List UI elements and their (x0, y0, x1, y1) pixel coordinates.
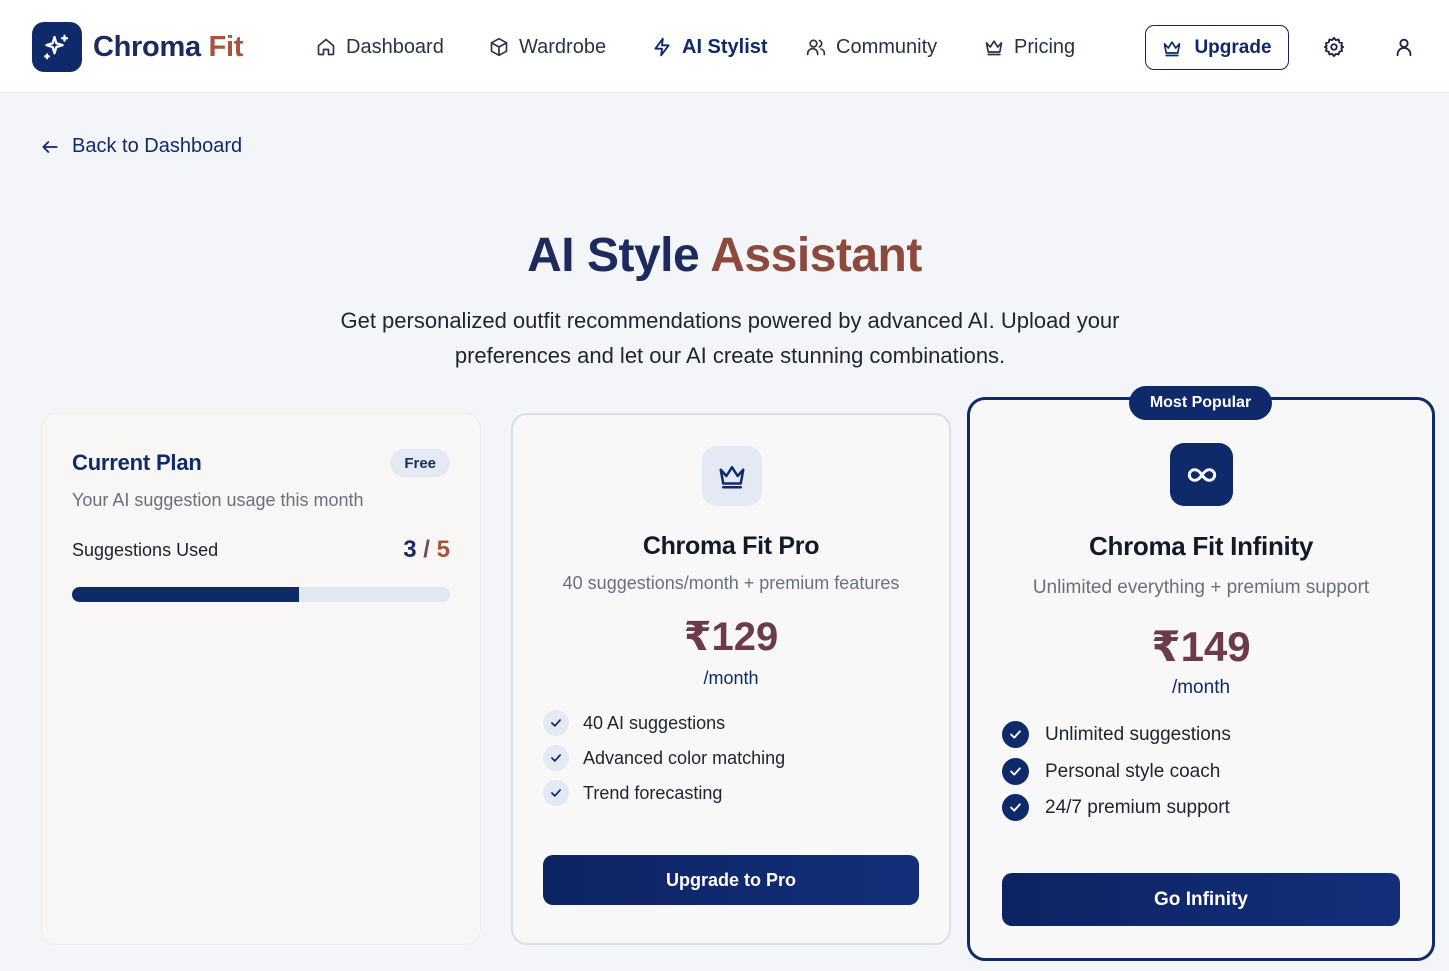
plan-price: ₹129 (683, 615, 779, 659)
feature-item: Personal style coach (1002, 758, 1220, 785)
feature-label: Trend forecasting (583, 782, 723, 803)
nav-item-dashboard[interactable]: Dashboard (316, 33, 444, 61)
check-icon (1002, 758, 1029, 785)
usage-used: 3 (403, 536, 417, 563)
feature-label: Unlimited suggestions (1045, 723, 1231, 745)
plan-period: /month (1171, 677, 1231, 698)
crown-icon (1164, 40, 1181, 56)
nav-item-ai-stylist[interactable]: AI Stylist (652, 33, 768, 61)
plan-name: Chroma Fit Infinity (1089, 531, 1313, 561)
current-plan-card: Current Plan Free Your AI suggestion usa… (41, 413, 481, 945)
nav-item-wardrobe[interactable]: Wardrobe (489, 33, 606, 61)
most-popular-badge: Most Popular (1129, 386, 1272, 420)
nav-item-label: Dashboard (346, 35, 444, 58)
plan-period: /month (703, 668, 759, 688)
plan-description: 40 suggestions/month + premium features (562, 573, 900, 593)
back-to-dashboard-link[interactable]: Back to Dashboard (40, 135, 242, 158)
usage-label: Suggestions Used (72, 540, 219, 560)
sparkles-icon (32, 22, 82, 72)
feature-item: 24/7 premium support (1002, 794, 1230, 821)
home-icon (317, 38, 335, 56)
plan-price: ₹149 (1151, 623, 1251, 670)
page-title-part1: AI Style (527, 229, 700, 282)
upgrade-button[interactable]: Upgrade (1145, 25, 1289, 70)
usage-limit: 5 (436, 536, 450, 563)
page-title: AI Style Assistant (0, 228, 1449, 283)
brand-name-part2: Fit (208, 30, 244, 63)
feature-item: Trend forecasting (543, 780, 722, 806)
infinity-plan-card: Most Popular Chroma Fit Infinity Unlimit… (967, 386, 1435, 961)
plan-description: Unlimited everything + premium support (1032, 577, 1370, 598)
nav-item-label: Wardrobe (519, 35, 607, 58)
nav-item-label: AI Stylist (682, 35, 768, 58)
lightning-icon (654, 37, 670, 57)
nav-item-label: Community (836, 35, 938, 58)
brand-name: Chroma Fit (93, 31, 243, 64)
feature-label: 24/7 premium support (1045, 796, 1230, 818)
usage-progress-fill (72, 587, 299, 602)
user-icon (1396, 38, 1412, 57)
crown-icon (702, 446, 762, 506)
users-icon (806, 39, 826, 56)
nav-item-label: Pricing (1014, 35, 1076, 58)
feature-item: Advanced color matching (543, 745, 785, 771)
usage-separator: / (423, 536, 430, 563)
crown-icon (985, 40, 1003, 56)
back-link-label: Back to Dashboard (72, 135, 243, 157)
plan-badge: Free (390, 449, 450, 477)
page-subtitle: Get personalized outfit recommendations … (340, 308, 1120, 368)
check-icon (543, 745, 569, 771)
nav-item-pricing[interactable]: Pricing (984, 33, 1075, 61)
brand-name-part1: Chroma (93, 30, 201, 63)
settings-button[interactable] (1323, 36, 1345, 58)
check-icon (543, 780, 569, 806)
top-navigation-bar: Chroma Fit Dashboard Wardrobe AI Stylist (0, 0, 1449, 93)
infinity-icon (1170, 443, 1233, 506)
pro-plan-card: Chroma Fit Pro 40 suggestions/month + pr… (511, 413, 951, 945)
check-icon (1002, 794, 1029, 821)
upgrade-to-pro-button[interactable]: Upgrade to Pro (543, 855, 919, 905)
check-icon (543, 710, 569, 736)
current-plan-title: Current Plan (72, 450, 202, 475)
usage-progress-bar (72, 587, 450, 602)
arrow-left-icon (42, 140, 58, 153)
box-icon (490, 37, 508, 57)
nav-item-community[interactable]: Community (806, 33, 937, 61)
check-icon (1002, 721, 1029, 748)
go-infinity-button[interactable]: Go Infinity (1002, 873, 1400, 926)
current-plan-subtitle: Your AI suggestion usage this month (72, 490, 364, 510)
plan-name: Chroma Fit Pro (642, 532, 820, 560)
page-title-part2: Assistant (710, 229, 922, 282)
profile-button[interactable] (1393, 36, 1415, 58)
gear-icon (1323, 36, 1345, 58)
feature-item: Unlimited suggestions (1002, 721, 1231, 748)
feature-label: 40 AI suggestions (583, 712, 726, 733)
brand-logo[interactable]: Chroma Fit (32, 22, 243, 72)
feature-item: 40 AI suggestions (543, 710, 725, 736)
feature-label: Advanced color matching (583, 747, 786, 768)
upgrade-button-label: Upgrade (1194, 36, 1272, 58)
feature-label: Personal style coach (1045, 760, 1221, 782)
usage-count: 3 / 5 (403, 536, 450, 564)
